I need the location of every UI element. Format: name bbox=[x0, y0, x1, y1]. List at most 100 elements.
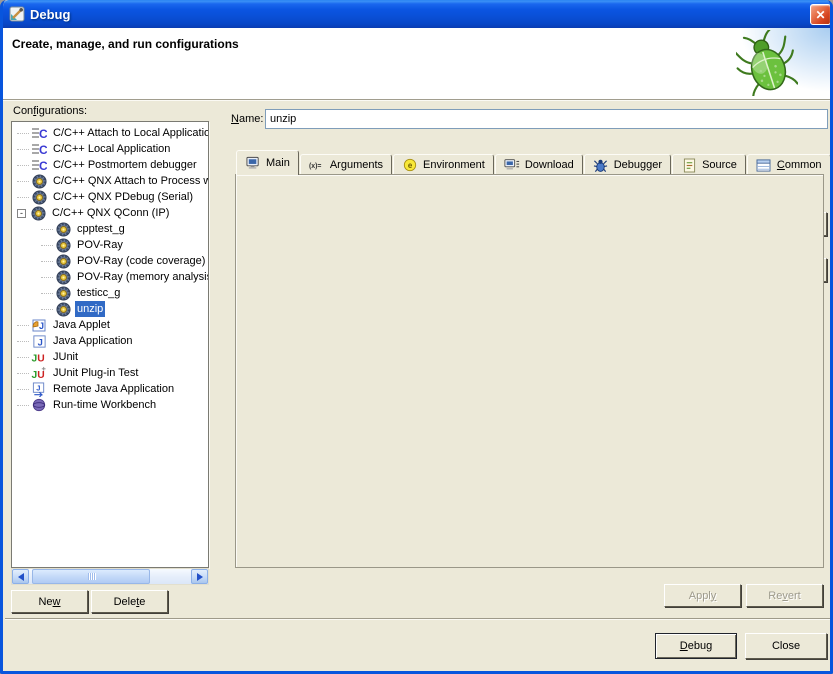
qnx-icon bbox=[31, 173, 47, 189]
tree-guide bbox=[41, 245, 53, 246]
tree-item-label: C/C++ QNX PDebug (Serial) bbox=[51, 189, 195, 205]
tree-item-label: Java Application bbox=[51, 333, 135, 349]
tree-item-label: C/C++ QNX Attach to Process w bbox=[51, 173, 209, 189]
dialog-description: Create, manage, and run configurations bbox=[12, 37, 239, 51]
tab-label: Environment bbox=[423, 159, 485, 171]
tree-guide bbox=[41, 229, 53, 230]
delete-button[interactable]: Delete bbox=[91, 590, 168, 613]
tree-guide bbox=[17, 197, 29, 198]
debug-dialog-icon bbox=[9, 6, 25, 22]
tab-main[interactable]: Main bbox=[236, 150, 299, 175]
tab-label: Common bbox=[777, 159, 822, 171]
c-app-icon: C bbox=[31, 157, 47, 173]
new-button[interactable]: New bbox=[11, 590, 88, 613]
tree-item-junit[interactable]: JUJUnit bbox=[12, 349, 208, 365]
tree-item-label: C/C++ Attach to Local Application bbox=[51, 125, 209, 141]
tree-guide bbox=[17, 389, 29, 390]
svg-text:J: J bbox=[39, 321, 44, 331]
footer-separator bbox=[5, 618, 832, 619]
tree-item-label: POV-Ray (code coverage) bbox=[75, 253, 207, 269]
junit-icon: JU bbox=[31, 349, 47, 365]
configurations-tree-panel: CC/C++ Attach to Local ApplicationCC/C++… bbox=[11, 121, 209, 568]
close-button[interactable]: Close bbox=[745, 633, 827, 659]
tab-label: Source bbox=[702, 159, 737, 171]
scroll-left-arrow-icon[interactable] bbox=[12, 569, 29, 584]
java-applet-icon: J bbox=[31, 317, 47, 333]
apply-button[interactable]: Apply bbox=[664, 584, 741, 607]
debug-button[interactable]: Debug bbox=[655, 633, 737, 659]
tree-guide bbox=[41, 309, 53, 310]
tab-label: Debugger bbox=[614, 159, 662, 171]
workbench-icon bbox=[31, 397, 47, 413]
tab-environment[interactable]: eEnvironment bbox=[393, 154, 494, 175]
tree-item-pov-ray[interactable]: POV-Ray bbox=[12, 237, 208, 253]
debugger-icon bbox=[593, 157, 609, 173]
debug-beetle-image bbox=[736, 30, 798, 96]
tree-item-unzip[interactable]: unzip bbox=[12, 301, 208, 317]
scrollbar-thumb[interactable] bbox=[32, 569, 150, 584]
debug-dialog-window: Debug ✕ bbox=[0, 0, 833, 674]
svg-text:C: C bbox=[39, 127, 47, 141]
tree-item-junit-plug-in-test[interactable]: JU JUnit Plug-in Test bbox=[12, 365, 208, 381]
tree-guide bbox=[17, 325, 29, 326]
window-title: Debug bbox=[30, 7, 70, 22]
tree-item-label: JUnit bbox=[51, 349, 80, 365]
dialog-header-banner: Create, manage, and run configurations bbox=[3, 28, 830, 100]
tree-item-c-c-qnx-pdebug-serial[interactable]: C/C++ QNX PDebug (Serial) bbox=[12, 189, 208, 205]
junit-plugin-icon: JU bbox=[31, 365, 47, 381]
tree-item-label: JUnit Plug-in Test bbox=[51, 365, 140, 381]
tree-guide bbox=[17, 133, 29, 134]
tree-item-label: testicc_g bbox=[75, 285, 122, 301]
common-icon bbox=[756, 157, 772, 173]
tree-item-java-application[interactable]: JJava Application bbox=[12, 333, 208, 349]
configurations-label: Configurations: bbox=[13, 105, 87, 117]
close-window-button[interactable]: ✕ bbox=[810, 4, 831, 25]
tab-common[interactable]: Common bbox=[747, 154, 831, 175]
tree-item-label: POV-Ray (memory analysis) bbox=[75, 269, 209, 285]
tree-item-java-applet[interactable]: JJava Applet bbox=[12, 317, 208, 333]
tree-horizontal-scrollbar[interactable] bbox=[11, 568, 209, 585]
configurations-tree: CC/C++ Attach to Local ApplicationCC/C++… bbox=[12, 122, 208, 413]
tree-item-c-c-postmortem-debugger[interactable]: CC/C++ Postmortem debugger bbox=[12, 157, 208, 173]
tree-item-remote-java-application[interactable]: JRemote Java Application bbox=[12, 381, 208, 397]
tab-label: Main bbox=[266, 157, 290, 169]
tree-item-c-c-attach-to-local-application[interactable]: C C/C++ Attach to Local Application bbox=[12, 125, 208, 141]
tree-item-pov-ray-memory-analysis[interactable]: POV-Ray (memory analysis) bbox=[12, 269, 208, 285]
tree-item-cpptest-g[interactable]: cpptest_g bbox=[12, 221, 208, 237]
download-icon bbox=[504, 157, 520, 173]
name-label: Name: bbox=[231, 113, 263, 125]
tab-debugger[interactable]: Debugger bbox=[584, 154, 671, 175]
c-app-icon: C bbox=[31, 125, 47, 141]
svg-text:J: J bbox=[36, 383, 40, 392]
tree-guide bbox=[17, 341, 29, 342]
svg-text:C: C bbox=[39, 143, 47, 157]
name-input[interactable] bbox=[265, 109, 828, 129]
arguments-icon: (x)= bbox=[309, 157, 325, 173]
tree-item-c-c-qnx-attach-to-process-w[interactable]: C/C++ QNX Attach to Process w bbox=[12, 173, 208, 189]
tree-item-label: Run-time Workbench bbox=[51, 397, 158, 413]
tree-item-pov-ray-code-coverage[interactable]: POV-Ray (code coverage) bbox=[12, 253, 208, 269]
title-bar[interactable]: Debug ✕ bbox=[3, 0, 833, 28]
tab-download[interactable]: Download bbox=[495, 154, 583, 175]
tab-content-panel bbox=[235, 174, 824, 568]
tree-item-run-time-workbench[interactable]: Run-time Workbench bbox=[12, 397, 208, 413]
qnx-icon bbox=[30, 205, 46, 221]
tree-item-testicc-g[interactable]: testicc_g bbox=[12, 285, 208, 301]
svg-text:JU: JU bbox=[32, 370, 45, 381]
tab-arguments[interactable]: (x)=Arguments bbox=[300, 154, 392, 175]
tree-item-label: unzip bbox=[75, 301, 105, 317]
remote-java-icon: J bbox=[31, 381, 47, 397]
revert-button[interactable]: Revert bbox=[746, 584, 823, 607]
tree-guide bbox=[17, 405, 29, 406]
scroll-right-arrow-icon[interactable] bbox=[191, 569, 208, 584]
tree-guide bbox=[17, 149, 29, 150]
tree-item-c-c-qnx-qconn-ip[interactable]: -C/C++ QNX QConn (IP) bbox=[12, 205, 208, 221]
qnx-icon bbox=[55, 253, 71, 269]
tree-guide bbox=[17, 373, 29, 374]
qnx-icon bbox=[55, 269, 71, 285]
tree-item-c-c-local-application[interactable]: CC/C++ Local Application bbox=[12, 141, 208, 157]
tree-item-label: POV-Ray bbox=[75, 237, 125, 253]
tab-source[interactable]: Source bbox=[672, 154, 746, 175]
collapse-minus-icon[interactable]: - bbox=[17, 209, 26, 218]
tree-item-label: cpptest_g bbox=[75, 221, 127, 237]
